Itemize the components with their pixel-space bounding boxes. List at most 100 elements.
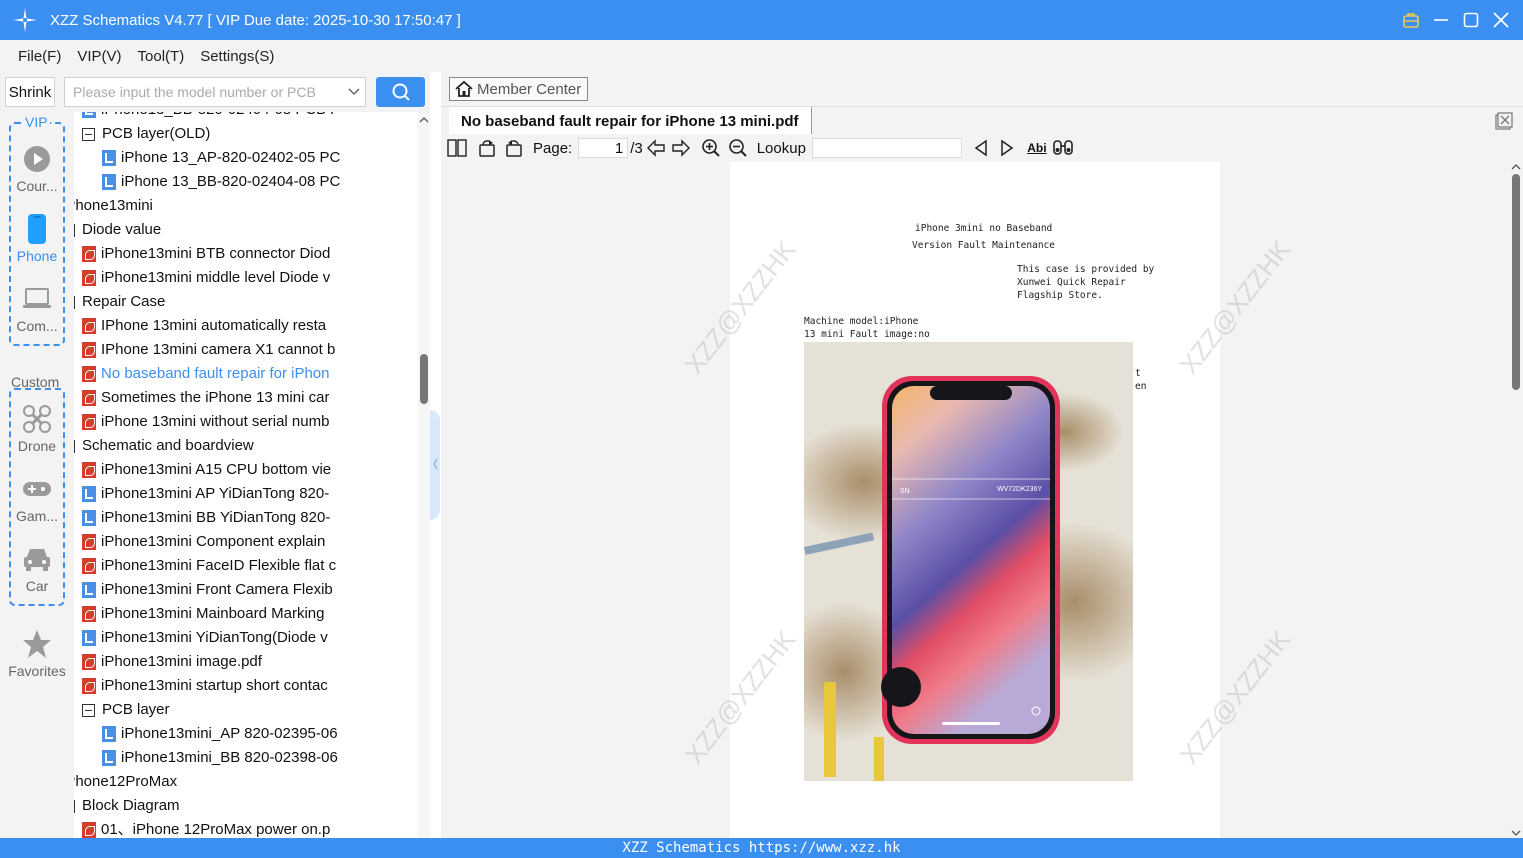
binoculars-icon[interactable]: [1052, 137, 1074, 159]
tree-file[interactable]: iPhone13mini A15 CPU bottom vie: [82, 458, 406, 482]
rail-item-computer[interactable]: Com...: [0, 284, 74, 334]
pdf-toolbar: Page: 1 /3 Lookup Abi: [441, 134, 1523, 162]
pdf-scrollbar[interactable]: [1509, 162, 1523, 838]
pdf-file-icon: [82, 654, 96, 670]
pcb-file-icon: [102, 150, 116, 166]
maximize-button[interactable]: [1461, 10, 1481, 30]
tree-file[interactable]: iPhone 13_AP-820-02402-05 PC: [102, 146, 406, 170]
tree-file[interactable]: iPhone13mini_BB 820-02398-06: [102, 746, 406, 770]
pdf-file-icon: [82, 678, 96, 694]
car-icon: [22, 544, 52, 574]
rail-item-phone[interactable]: Phone: [0, 214, 74, 264]
pdf-phone-photo: SN WV72DK236Y: [804, 342, 1133, 781]
rail-item-drone[interactable]: Drone: [0, 404, 74, 454]
viewer-area: Member Center No baseband fault repair f…: [441, 72, 1523, 838]
tree-folder[interactable]: Repair Case: [74, 290, 406, 314]
menu-vip[interactable]: VIP(V): [69, 48, 129, 65]
page-label: Page:: [533, 139, 573, 157]
pcb-file-icon: [102, 174, 116, 190]
tree-scrollbar[interactable]: [418, 112, 430, 838]
menu-settings[interactable]: Settings(S): [192, 48, 282, 65]
zoom-in-icon[interactable]: [700, 137, 722, 159]
previous-page-icon[interactable]: [645, 137, 667, 159]
close-document-icon[interactable]: [1495, 112, 1513, 130]
tree-item-label: iPhone 13mini without serial numb: [101, 413, 330, 430]
rail-item-label: Cour...: [16, 178, 58, 194]
tree-file[interactable]: iPhone13mini Front Camera Flexib: [82, 578, 406, 602]
tree-folder[interactable]: iPhone13mini: [74, 194, 406, 218]
tree-file[interactable]: iPhone13mini YiDianTong(Diode v: [82, 626, 406, 650]
tree-item-label: Block Diagram: [82, 797, 180, 814]
tree-file[interactable]: No baseband fault repair for iPhon: [82, 362, 406, 386]
document-tab[interactable]: No baseband fault repair for iPhone 13 m…: [449, 107, 812, 135]
pdf-scroll-thumb[interactable]: [1512, 174, 1520, 390]
tree-item-label: Sometimes the iPhone 13 mini car: [101, 389, 330, 406]
search-button[interactable]: [376, 77, 425, 107]
collapse-icon[interactable]: [74, 295, 75, 309]
tree-folder[interactable]: Block Diagram: [74, 794, 406, 818]
tree-file[interactable]: IPhone 13mini camera X1 cannot b: [82, 338, 406, 362]
tree-file[interactable]: iPhone13mini BB YiDianTong 820-: [82, 506, 406, 530]
rail-item-games[interactable]: Gam...: [0, 474, 74, 524]
rail-item-car[interactable]: Car: [0, 544, 74, 594]
tree-file[interactable]: iPhone13mini Mainboard Marking: [82, 602, 406, 626]
tree-file[interactable]: 01、iPhone 12ProMax power on.p: [82, 818, 406, 838]
rotate-left-icon[interactable]: [476, 137, 498, 159]
tree-file[interactable]: Sometimes the iPhone 13 mini car: [82, 386, 406, 410]
tree-file[interactable]: iPhone13_BB-820-02404-08 PCB l: [82, 112, 406, 122]
pdf-file-icon: [82, 366, 96, 382]
rail-item-favorites[interactable]: Favorites: [0, 629, 74, 679]
tree-folder[interactable]: iPhone12ProMax: [74, 770, 406, 794]
page-number-input[interactable]: 1: [578, 138, 629, 158]
tree-folder[interactable]: Diode value: [74, 218, 406, 242]
find-previous-icon[interactable]: [970, 137, 992, 159]
tree-scroll-thumb[interactable]: [420, 354, 428, 404]
menu-file[interactable]: File(F): [10, 48, 69, 65]
rail-item-courses[interactable]: Cour...: [0, 144, 74, 194]
tree-file[interactable]: IPhone 13mini automatically resta: [82, 314, 406, 338]
vip-bag-icon[interactable]: [1401, 10, 1421, 30]
two-page-icon[interactable]: [446, 137, 468, 159]
tree-file[interactable]: iPhone 13_BB-820-02404-08 PC: [102, 170, 406, 194]
pcb-file-icon: [102, 726, 116, 742]
tree-item-label: iPhone13_BB-820-02404-08 PCB l: [101, 112, 334, 122]
match-case-button[interactable]: Abi: [1024, 137, 1050, 159]
collapse-icon[interactable]: [74, 799, 75, 813]
tree-file[interactable]: iPhone 13mini without serial numb: [82, 410, 406, 434]
collapse-icon[interactable]: [82, 127, 95, 141]
zoom-out-icon[interactable]: [727, 137, 749, 159]
tree-file[interactable]: iPhone13mini_AP 820-02395-06: [102, 722, 406, 746]
tree-folder[interactable]: Schematic and boardview: [74, 434, 406, 458]
pdf-title-line2: Version Fault Maintenance: [912, 240, 1055, 251]
pdf-viewport[interactable]: iPhone 3mini no Baseband Version Fault M…: [441, 162, 1509, 838]
gamepad-icon: [22, 474, 52, 504]
search-icon: [392, 83, 410, 101]
tree-file[interactable]: iPhone13mini image.pdf: [82, 650, 406, 674]
chevron-down-icon[interactable]: [343, 88, 365, 96]
shrink-button[interactable]: Shrink: [5, 77, 55, 107]
tree-file[interactable]: iPhone13mini AP YiDianTong 820-: [82, 482, 406, 506]
minimize-button[interactable]: [1431, 10, 1451, 30]
search-input[interactable]: Please input the model number or PCB: [64, 77, 366, 107]
tree-file[interactable]: iPhone13mini FaceID Flexible flat c: [82, 554, 406, 578]
tree-folder[interactable]: PCB layer: [82, 698, 406, 722]
rail-item-label: Phone: [16, 248, 58, 264]
pdf-file-icon: [82, 534, 96, 550]
lookup-input[interactable]: [811, 138, 962, 158]
tree-file[interactable]: iPhone13mini BTB connector Diod: [82, 242, 406, 266]
collapse-icon[interactable]: [74, 223, 75, 237]
close-button[interactable]: [1491, 10, 1511, 30]
tree-item-label: iPhone13mini Front Camera Flexib: [101, 581, 333, 598]
tree-file[interactable]: iPhone13mini Component explain: [82, 530, 406, 554]
tree-file[interactable]: iPhone13mini middle level Diode v: [82, 266, 406, 290]
panel-collapse-handle[interactable]: [430, 410, 440, 520]
member-center-button[interactable]: Member Center: [449, 77, 588, 101]
next-page-icon[interactable]: [670, 137, 692, 159]
collapse-icon[interactable]: [82, 703, 95, 717]
rotate-right-icon[interactable]: [503, 137, 525, 159]
find-next-icon[interactable]: [996, 137, 1018, 159]
tree-file[interactable]: iPhone13mini startup short contac: [82, 674, 406, 698]
collapse-icon[interactable]: [74, 439, 75, 453]
tree-folder[interactable]: PCB layer(OLD): [82, 122, 406, 146]
menu-tool[interactable]: Tool(T): [130, 48, 193, 65]
